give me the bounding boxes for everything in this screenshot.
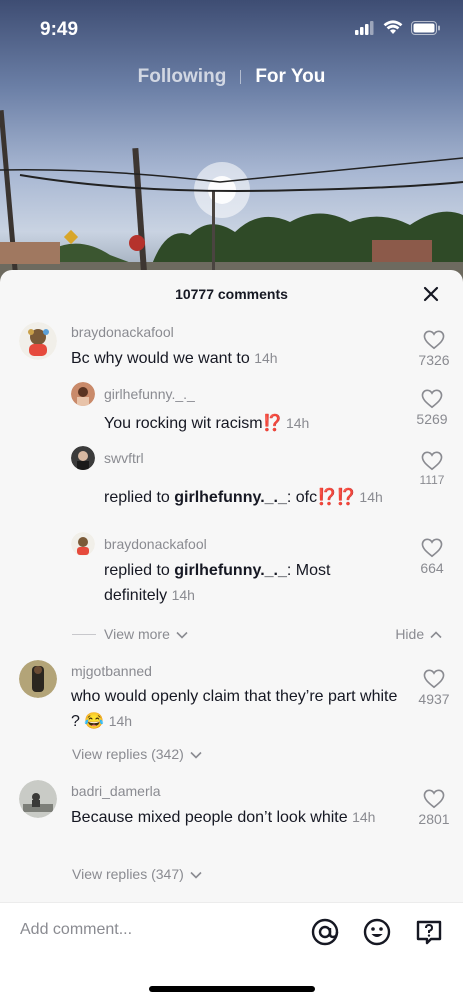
like-count: 2801 — [418, 811, 450, 827]
add-comment-input[interactable]: Add comment... — [20, 921, 132, 939]
chevron-down-icon — [190, 871, 202, 879]
heart-icon[interactable] — [423, 789, 445, 809]
like-button[interactable]: 4937 — [409, 669, 459, 707]
like-button[interactable]: 5269 — [407, 389, 457, 427]
comment-timestamp: 14h — [352, 809, 376, 825]
reply-text: replied to girlhefunny._._: Most definit… — [104, 559, 374, 608]
like-count: 1117 — [419, 473, 445, 487]
tab-following[interactable]: Following — [138, 66, 227, 88]
comment-body: Because mixed people don’t look white — [71, 809, 348, 826]
comment-text: who would openly claim that they’re part… — [71, 685, 401, 734]
status-time: 9:49 — [40, 19, 79, 40]
view-replies-button[interactable]: View replies (347) — [72, 866, 202, 882]
like-count: 5269 — [416, 411, 448, 427]
comment-timestamp: 14h — [108, 713, 133, 729]
reply-mention[interactable]: girlhefunny._._ — [174, 562, 287, 579]
reply-text: You rocking wit racism⁉️ 14h — [104, 411, 404, 436]
like-button[interactable]: 1117 — [407, 451, 457, 487]
interrobang-emoji: ⁉️ — [262, 415, 283, 432]
avatar[interactable] — [19, 660, 57, 698]
cellular-signal-icon — [355, 20, 374, 35]
heart-icon[interactable] — [421, 389, 443, 409]
battery-icon — [411, 20, 440, 35]
reply-text: replied to girlhefunny._._: ofc⁉️⁉️ 14h — [104, 485, 414, 510]
view-replies-label: View replies (342) — [72, 746, 184, 762]
view-replies-button[interactable]: View replies (342) — [72, 746, 202, 762]
heart-icon[interactable] — [423, 669, 445, 689]
view-more-row: View more Hide — [72, 625, 442, 645]
comment-input-bar: Add comment... — [0, 902, 463, 1000]
tab-for-you[interactable]: For You — [255, 66, 325, 88]
reply-username[interactable]: braydonackafool — [104, 536, 207, 552]
comment-body: Bc why would we want to — [71, 350, 250, 367]
reply-prefix: replied to — [104, 562, 175, 579]
comment-username[interactable]: braydonackafool — [71, 324, 174, 340]
reply-timestamp: 14h — [285, 415, 310, 431]
heart-icon[interactable] — [421, 451, 443, 471]
wifi-icon — [383, 20, 403, 34]
like-count: 4937 — [418, 691, 450, 707]
comment-timestamp: 14h — [254, 350, 278, 366]
chevron-down-icon — [176, 631, 188, 639]
emoji-icon[interactable] — [362, 917, 392, 947]
avatar[interactable] — [71, 382, 95, 406]
comment-username[interactable]: mjgotbanned — [71, 663, 152, 679]
avatar[interactable] — [71, 446, 95, 470]
divider-line — [72, 634, 96, 635]
heart-icon[interactable] — [423, 330, 445, 350]
feed-tabs: Following For You — [0, 66, 463, 88]
heart-icon[interactable] — [421, 538, 443, 558]
reply-prefix: replied to — [104, 489, 175, 506]
comments-header: 10777 comments — [0, 270, 463, 318]
question-comment-icon[interactable] — [414, 917, 444, 947]
like-button[interactable]: 2801 — [409, 789, 459, 827]
reply-username[interactable]: girlhefunny._._ — [104, 386, 195, 402]
avatar[interactable] — [19, 322, 57, 360]
at-icon[interactable] — [310, 917, 340, 947]
view-more-label: View more — [104, 626, 170, 642]
avatar[interactable] — [19, 780, 57, 818]
hide-label: Hide — [395, 626, 425, 642]
status-bar: 9:49 — [0, 0, 463, 56]
chevron-up-icon — [430, 631, 442, 639]
laughing-emoji: 😂 — [84, 713, 105, 730]
view-more-button[interactable]: View more — [104, 626, 188, 642]
status-icons — [355, 20, 441, 35]
tab-separator — [240, 70, 242, 84]
comment-text: Bc why would we want to 14h — [71, 346, 391, 371]
like-button[interactable]: 664 — [407, 538, 457, 576]
like-button[interactable]: 7326 — [409, 330, 459, 368]
reply-mention[interactable]: girlhefunny._._ — [174, 489, 287, 506]
reply-body: You rocking wit racism — [104, 415, 263, 432]
reply-timestamp: 14h — [171, 587, 195, 603]
home-indicator — [149, 986, 315, 992]
close-icon[interactable] — [419, 282, 443, 306]
reply-username[interactable]: swvftrl — [104, 450, 144, 466]
comment-username[interactable]: badri_damerla — [71, 783, 161, 799]
reply-timestamp: 14h — [359, 489, 383, 505]
comment-count: 10777 comments — [175, 286, 288, 302]
view-replies-label: View replies (347) — [72, 866, 184, 882]
comment-text: Because mixed people don’t look white 14… — [71, 805, 401, 830]
avatar[interactable] — [71, 532, 95, 556]
chevron-down-icon — [190, 751, 202, 759]
like-count: 664 — [420, 560, 444, 576]
reply-body: : ofc — [286, 489, 318, 506]
interrobang-emoji: ⁉️⁉️ — [317, 489, 356, 506]
hide-button[interactable]: Hide — [395, 626, 442, 642]
like-count: 7326 — [418, 352, 450, 368]
comments-sheet: 10777 comments braydonackafool Bc why wo… — [0, 270, 463, 1000]
